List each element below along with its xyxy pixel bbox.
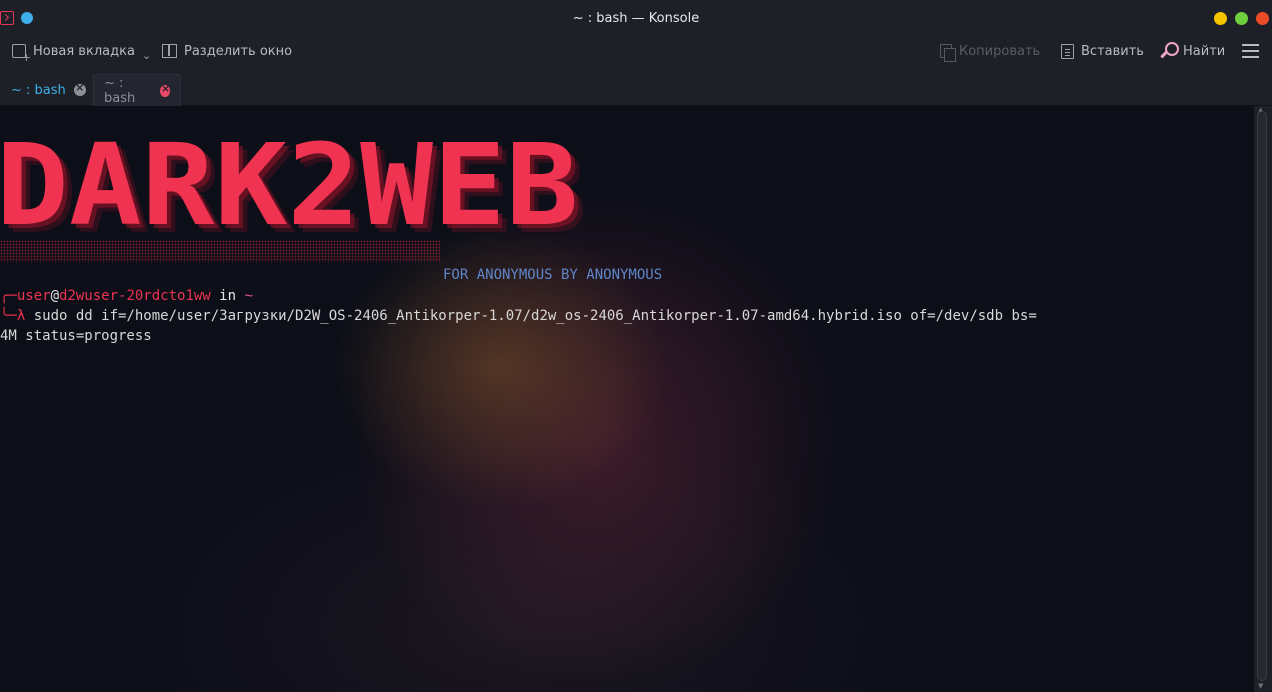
split-view-button[interactable]: Разделить окно bbox=[162, 36, 292, 66]
title-bar: ~ : bash — Konsole bbox=[0, 0, 1272, 36]
close-window-button[interactable] bbox=[1256, 12, 1269, 25]
split-label: Разделить окно bbox=[184, 43, 293, 59]
new-tab-label: Новая вкладка bbox=[33, 43, 135, 59]
tab-bar: ~ : bash ~ : bash bbox=[0, 72, 1272, 106]
prompt-in: in bbox=[210, 288, 245, 304]
copy-icon bbox=[940, 44, 956, 62]
prompt-corner-bottom: ╰─ bbox=[0, 308, 17, 324]
banner-tagline: FOR ANONYMOUS BY ANONYMOUS bbox=[443, 267, 663, 283]
tab-label: ~ : bash bbox=[104, 75, 136, 106]
tab-label: ~ : bash bbox=[11, 82, 66, 98]
command-text-wrap: 4M status=progress bbox=[0, 328, 152, 344]
new-tab-button[interactable]: Новая вкладка ⌄ bbox=[12, 36, 151, 66]
terminal-app-icon[interactable] bbox=[0, 11, 14, 25]
find-label: Найти bbox=[1183, 43, 1226, 59]
prompt-line: ╭─user@d2wuser-20rdcto1ww in ~ bbox=[0, 286, 253, 306]
tab-bash-1[interactable]: ~ : bash bbox=[1, 74, 96, 106]
find-button[interactable]: Найти bbox=[1160, 36, 1225, 66]
split-icon bbox=[162, 44, 177, 58]
prompt-corner: ╭─ bbox=[0, 288, 17, 304]
toolbar: Новая вкладка ⌄ Разделить окно Копироват… bbox=[0, 36, 1272, 72]
paste-icon bbox=[1061, 43, 1074, 59]
find-icon bbox=[1160, 42, 1179, 60]
new-tab-icon bbox=[12, 44, 31, 64]
scrollbar[interactable]: ▲ ▼ bbox=[1254, 106, 1272, 692]
paste-button[interactable]: Вставить bbox=[1061, 36, 1144, 66]
pin-icon[interactable] bbox=[21, 12, 33, 24]
minimize-button[interactable] bbox=[1214, 12, 1227, 25]
maximize-button[interactable] bbox=[1235, 12, 1248, 25]
prompt-at: @ bbox=[50, 288, 60, 304]
scroll-down-icon[interactable]: ▼ bbox=[1258, 682, 1263, 690]
terminal-view[interactable]: DARK2WEB FOR ANONYMOUS BY ANONYMOUS ╭─us… bbox=[0, 106, 1254, 692]
close-tab-icon[interactable] bbox=[159, 82, 172, 97]
scroll-track[interactable] bbox=[1257, 111, 1267, 681]
ascii-banner: DARK2WEB FOR ANONYMOUS BY ANONYMOUS bbox=[0, 121, 705, 283]
command-text: sudo dd if=/home/user/Загрузки/D2W_OS-24… bbox=[25, 308, 1037, 324]
hamburger-menu-icon[interactable] bbox=[1242, 44, 1259, 58]
copy-button[interactable]: Копировать bbox=[940, 36, 1040, 66]
command-line: ╰─λ sudo dd if=/home/user/Загрузки/D2W_O… bbox=[0, 306, 1037, 326]
chevron-down-icon[interactable]: ⌄ bbox=[142, 49, 151, 62]
banner-dot-pattern bbox=[0, 240, 440, 262]
tab-bash-2[interactable]: ~ : bash bbox=[93, 74, 181, 106]
copy-label: Копировать bbox=[959, 43, 1041, 59]
prompt-dir: ~ bbox=[244, 288, 253, 304]
prompt-host: d2wuser-20rdcto1ww bbox=[59, 288, 211, 304]
banner-logo: DARK2WEB bbox=[0, 121, 579, 251]
prompt-user: user bbox=[16, 288, 51, 304]
window-title: ~ : bash — Konsole bbox=[572, 10, 700, 26]
close-tab-icon[interactable] bbox=[73, 81, 86, 96]
paste-label: Вставить bbox=[1081, 43, 1144, 59]
